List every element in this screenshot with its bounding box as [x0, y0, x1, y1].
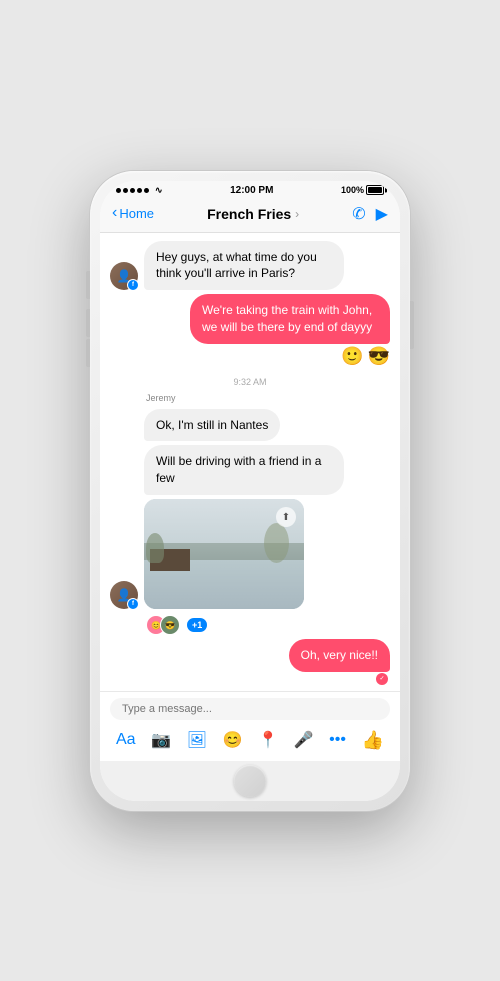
- message-input-row: [110, 698, 390, 720]
- receipt-avatar: ✓: [376, 673, 388, 685]
- message-text: Will be driving with a friend in a few: [156, 454, 321, 485]
- phone-screen: ∿ 12:00 PM 100% ‹ Home French Fries › ✆: [100, 181, 400, 801]
- messenger-badge: f: [127, 279, 139, 291]
- message-row: We're taking the train with John, we wil…: [190, 294, 390, 344]
- signal-dot-2: [123, 188, 128, 193]
- outgoing-bubble: We're taking the train with John, we wil…: [190, 294, 390, 344]
- battery-fill: [368, 187, 382, 193]
- input-bar: Aa 📷 🖼 😊 📍 🎤 ••• 👍: [100, 691, 400, 761]
- tree-right: [264, 523, 289, 563]
- more-icon[interactable]: •••: [327, 729, 348, 751]
- chat-area: 👤 f Hey guys, at what time do you think …: [100, 233, 400, 691]
- message-row: Will be driving with a friend in a few: [144, 445, 390, 495]
- wifi-icon: ∿: [155, 185, 163, 196]
- read-receipt: ✓: [376, 673, 390, 685]
- status-bar: ∿ 12:00 PM 100%: [100, 181, 400, 198]
- outgoing-wrap: We're taking the train with John, we wil…: [110, 294, 390, 367]
- sticker-icon-2: 😎: [368, 346, 390, 367]
- reactor-image-2: 😎: [161, 616, 179, 634]
- emoji-icon[interactable]: 😊: [221, 728, 245, 752]
- microphone-icon[interactable]: 🎤: [292, 728, 316, 752]
- phone-call-icon[interactable]: ✆: [352, 204, 365, 224]
- sender-name: Jeremy: [146, 393, 390, 403]
- incoming-bubble: Will be driving with a friend in a few: [144, 445, 344, 495]
- message-row: Ok, I'm still in Nantes: [144, 409, 390, 442]
- location-icon[interactable]: 📍: [256, 728, 280, 752]
- reaction-count: +1: [192, 620, 202, 630]
- title-chevron-icon: ›: [295, 207, 299, 221]
- signal-dot-1: [116, 188, 121, 193]
- avatar-container: 👤 f: [110, 581, 138, 609]
- message-text: We're taking the train with John, we wil…: [202, 303, 372, 334]
- clock-time: 12:00 PM: [230, 185, 273, 196]
- incoming-bubble: Hey guys, at what time do you think you'…: [144, 241, 344, 291]
- reactor-avatar-2: 😎: [160, 615, 180, 635]
- sticker-row: 🙂 😎: [341, 346, 390, 367]
- back-chevron-icon: ‹: [112, 205, 117, 221]
- battery-indicator: 100%: [341, 185, 384, 195]
- signal-dot-4: [137, 188, 142, 193]
- home-button-area: [100, 761, 400, 801]
- nav-title-group[interactable]: French Fries ›: [207, 206, 299, 222]
- chat-title: French Fries: [207, 206, 291, 222]
- avatar-container: 👤 f: [110, 262, 138, 290]
- photo-library-icon[interactable]: 🖼: [185, 728, 209, 752]
- photo-message-row: 👤 f: [110, 499, 390, 609]
- back-button[interactable]: ‹ Home: [112, 206, 154, 221]
- message-text: Oh, very nice!!: [301, 648, 378, 662]
- reaction-avatars: 😊 😎: [146, 615, 180, 635]
- back-label: Home: [119, 206, 154, 221]
- message-text: Ok, I'm still in Nantes: [156, 418, 268, 432]
- camera-icon[interactable]: 📷: [149, 728, 173, 752]
- text-format-icon[interactable]: Aa: [114, 729, 138, 751]
- timestamp: 9:32 AM: [110, 377, 390, 387]
- outgoing-wrap-2: Oh, very nice!! ✓: [110, 639, 390, 685]
- message-row: 👤 f Hey guys, at what time do you think …: [110, 241, 390, 291]
- home-button[interactable]: [234, 765, 266, 797]
- battery-percentage: 100%: [341, 185, 364, 195]
- message-row: Oh, very nice!!: [289, 639, 390, 672]
- share-icon[interactable]: ⬆: [276, 507, 296, 527]
- toolbar-icons: Aa 📷 🖼 😊 📍 🎤 ••• 👍: [110, 726, 390, 755]
- outgoing-bubble: Oh, very nice!!: [289, 639, 390, 672]
- phone-frame: ∿ 12:00 PM 100% ‹ Home French Fries › ✆: [90, 171, 410, 811]
- thumbs-up-icon[interactable]: 👍: [360, 728, 386, 753]
- signal-dot-3: [130, 188, 135, 193]
- incoming-bubble: Ok, I'm still in Nantes: [144, 409, 280, 442]
- messenger-badge: f: [127, 598, 139, 610]
- photo-message-group: 👤 f: [110, 499, 390, 635]
- signal-indicator: ∿: [116, 185, 163, 196]
- photo-bubble[interactable]: ⬆: [144, 499, 304, 609]
- nav-actions: ✆ ▶: [352, 204, 388, 224]
- message-input[interactable]: [122, 703, 378, 715]
- reaction-count-badge[interactable]: +1: [186, 617, 208, 633]
- reaction-row: 😊 😎 +1: [146, 615, 390, 635]
- sticker-icon-1: 🙂: [341, 346, 363, 367]
- battery-icon: [366, 185, 384, 195]
- video-call-icon[interactable]: ▶: [376, 204, 388, 224]
- message-text: Hey guys, at what time do you think you'…: [156, 250, 317, 281]
- tree-left: [146, 533, 164, 563]
- nav-bar: ‹ Home French Fries › ✆ ▶: [100, 198, 400, 233]
- signal-dot-5: [144, 188, 149, 193]
